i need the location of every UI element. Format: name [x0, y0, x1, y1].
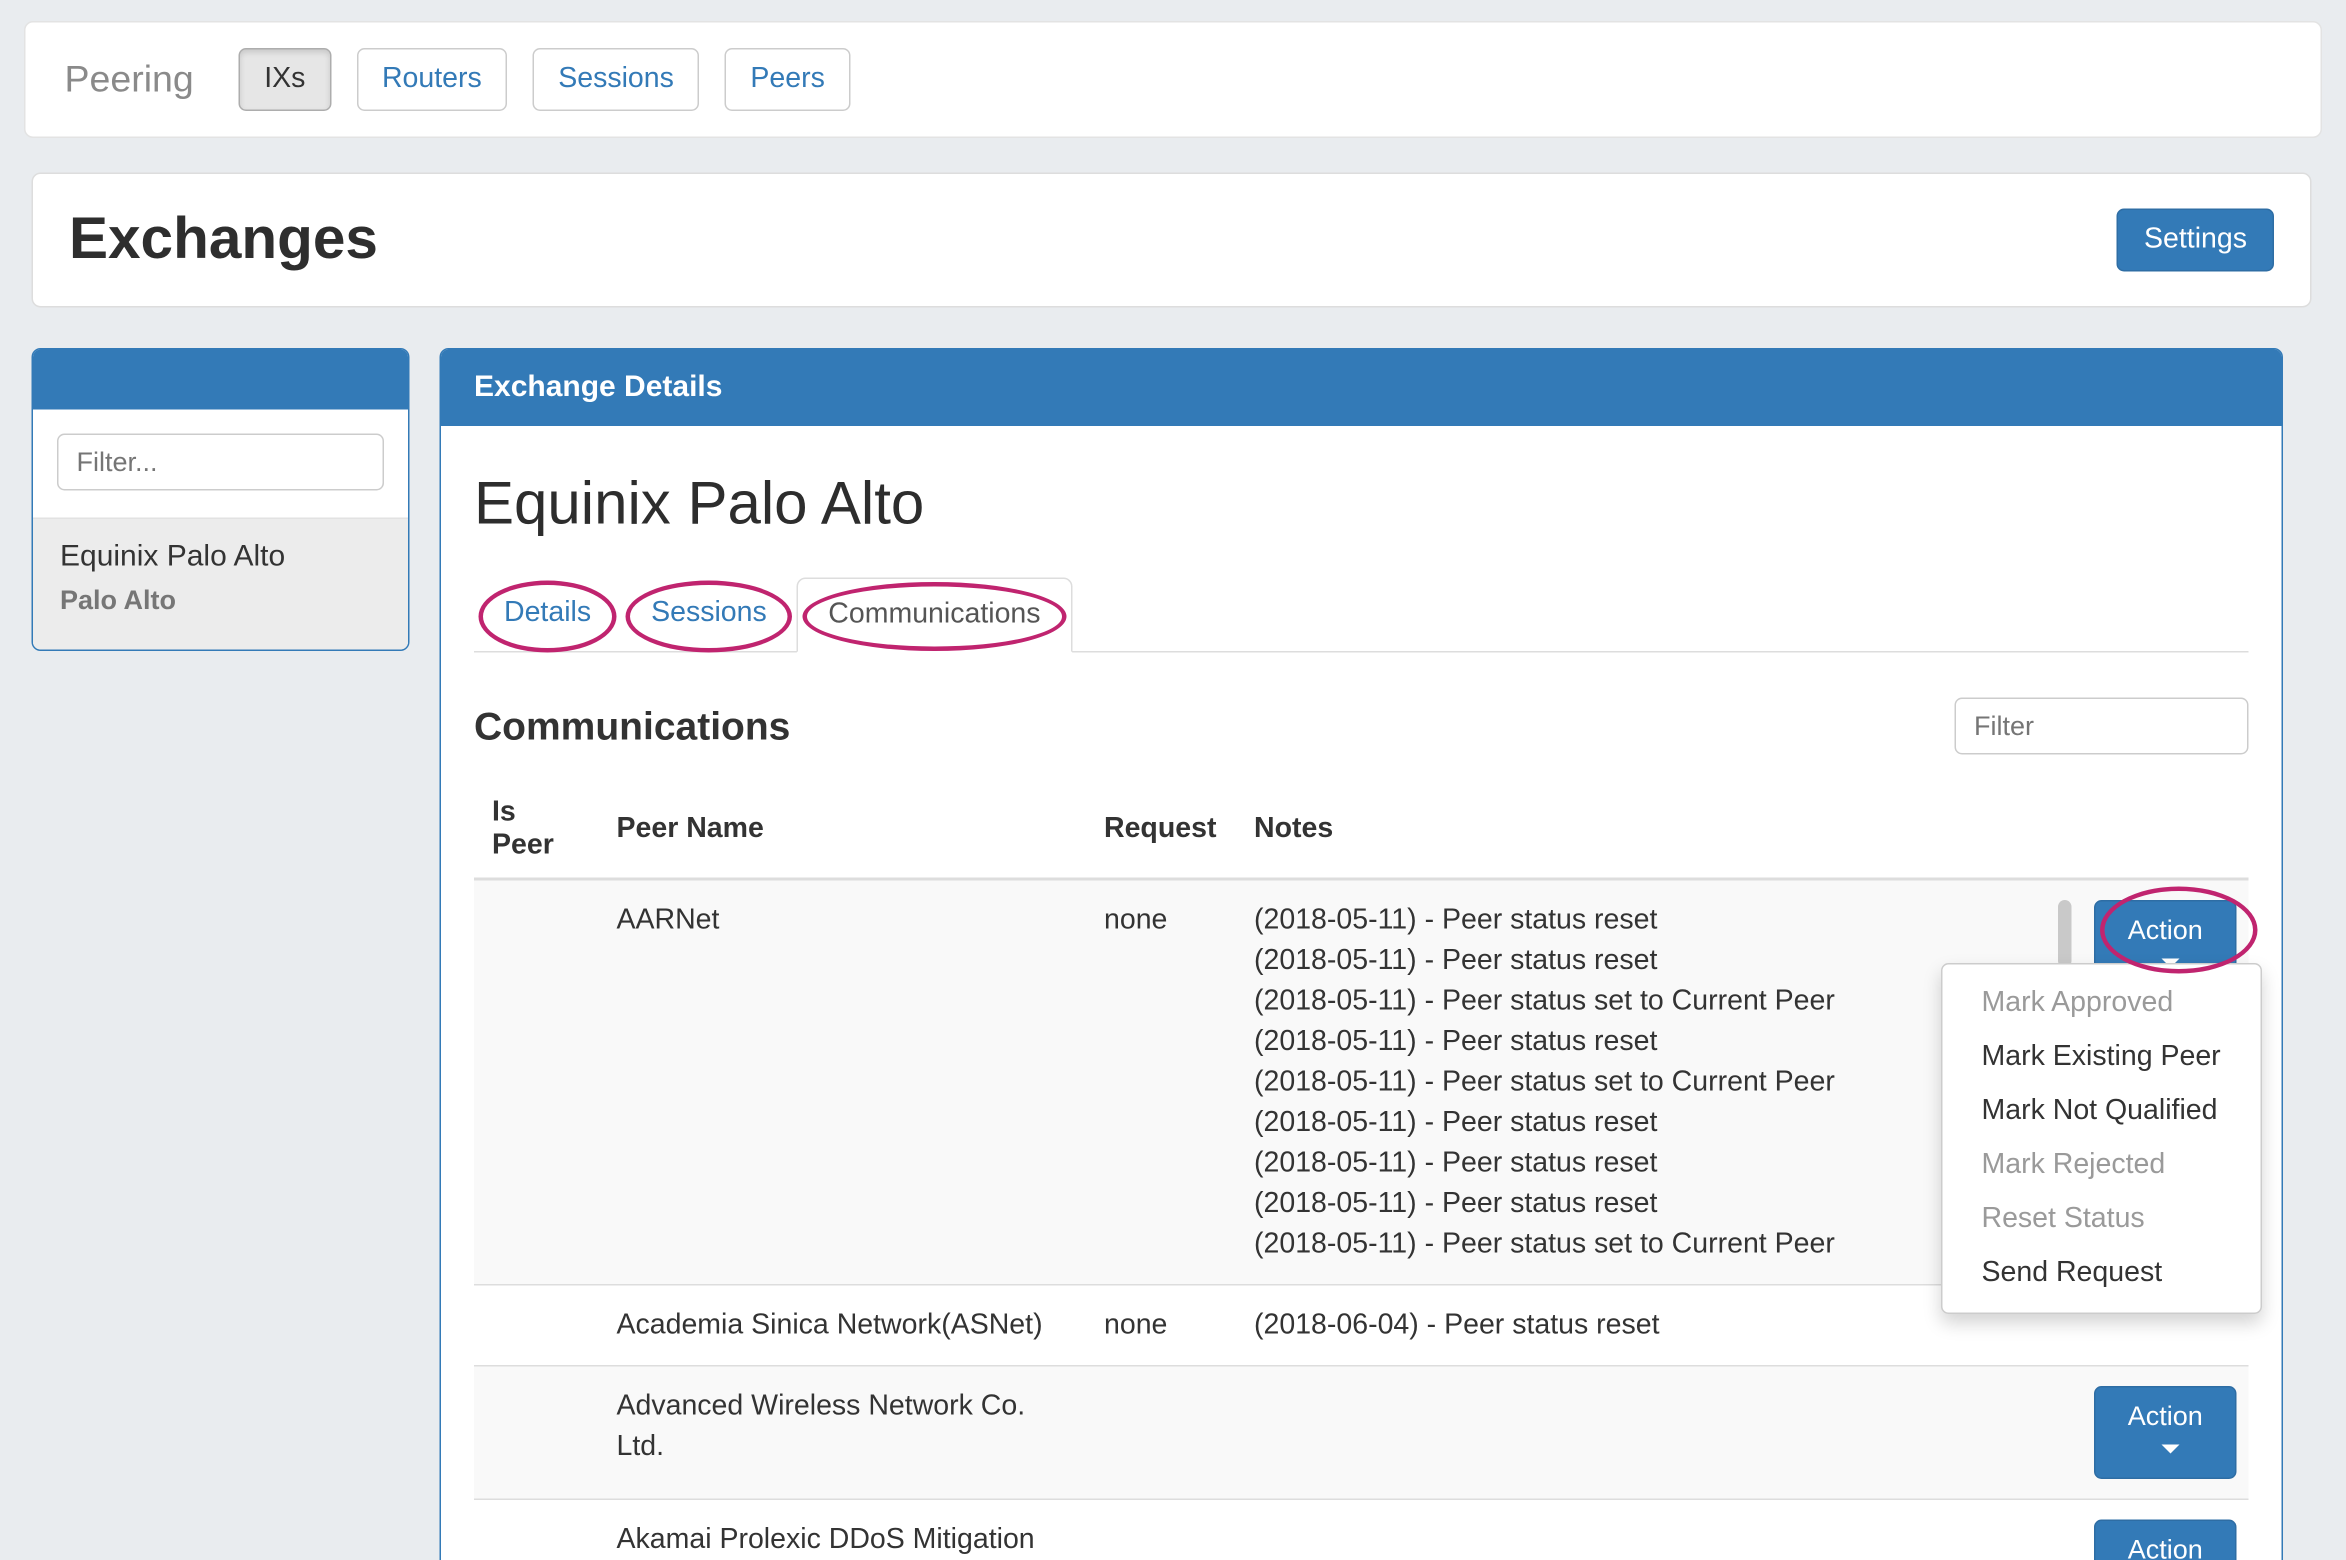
top-navbar: Peering IXs Routers Sessions Peers — [24, 21, 2322, 138]
action-button-label: Action — [2128, 1401, 2203, 1431]
note-line: (2018-05-11) - Peer status reset — [1254, 1184, 2058, 1225]
caret-down-icon — [2162, 1445, 2180, 1454]
peer-name-cell: AARNet — [599, 879, 1087, 1285]
note-line: (2018-05-11) - Peer status reset — [1254, 1103, 2058, 1144]
is-peer-cell — [474, 1366, 599, 1500]
is-peer-cell — [474, 1499, 599, 1560]
dropdown-item-mark-existing-peer[interactable]: Mark Existing Peer — [1943, 1031, 2261, 1085]
notes-cell — [1236, 1366, 2076, 1500]
request-cell: none — [1086, 879, 1236, 1285]
page-header: Exchanges Settings — [32, 173, 2312, 308]
note-line: (2018-05-11) - Peer status set to Curren… — [1254, 1062, 2058, 1103]
column-header-actions — [2076, 788, 2249, 880]
action-button-label: Action — [2128, 915, 2203, 945]
panel-body: Equinix Palo Alto Details Sessions Communi… — [441, 426, 2282, 1560]
tab-communications[interactable]: Communications — [797, 578, 1072, 653]
table-row: Akamai Prolexic DDoS Mitigation Action — [474, 1499, 2249, 1560]
tab-details[interactable]: Details — [474, 578, 621, 653]
request-cell: none — [1086, 1285, 1236, 1366]
sidebar-header — [33, 350, 408, 410]
app-brand: Peering — [65, 58, 194, 102]
request-cell — [1086, 1366, 1236, 1500]
nav-button-sessions[interactable]: Sessions — [533, 48, 700, 111]
action-cell: Action — [2076, 1366, 2249, 1500]
column-header-peer-name: Peer Name — [599, 788, 1087, 880]
sidebar-item-location: Palo Alto — [60, 585, 381, 617]
is-peer-cell — [474, 1285, 599, 1366]
action-cell: ActionMark ApprovedMark Existing PeerMar… — [2076, 879, 2249, 1285]
note-line: (2018-05-11) - Peer status reset — [1254, 941, 2058, 982]
dropdown-item-send-request[interactable]: Send Request — [1943, 1247, 2261, 1301]
sidebar-list: Equinix Palo Alto Palo Alto — [33, 518, 408, 650]
nav-button-ixs[interactable]: IXs — [239, 48, 331, 111]
action-button[interactable]: Action — [2094, 1520, 2237, 1560]
detail-tabs: Details Sessions Communications — [474, 578, 2249, 653]
peer-name-cell: Akamai Prolexic DDoS Mitigation — [599, 1499, 1087, 1560]
navbar-nav: IXs Routers Sessions Peers — [239, 48, 876, 111]
nav-button-routers[interactable]: Routers — [356, 48, 507, 111]
exchange-name: Equinix Palo Alto — [474, 471, 2249, 539]
tab-sessions[interactable]: Sessions — [621, 578, 797, 653]
note-line: (2018-05-11) - Peer status set to Curren… — [1254, 1224, 2058, 1265]
communications-section-header: Communications — [474, 698, 2249, 755]
dropdown-item-reset-status[interactable]: Reset Status — [1943, 1193, 2261, 1247]
sidebar-body — [33, 410, 408, 518]
peer-name-cell: Academia Sinica Network(ASNet) — [599, 1285, 1087, 1366]
dropdown-item-mark-rejected[interactable]: Mark Rejected — [1943, 1139, 2261, 1193]
exchange-details-panel: Exchange Details Equinix Palo Alto Detai… — [440, 348, 2284, 1560]
table-filter-input[interactable] — [1955, 698, 2249, 755]
action-cell: Action — [2076, 1499, 2249, 1560]
table-row: AARNetnone (2018-05-11) - Peer status res… — [474, 879, 2249, 1285]
sidebar-item-equinix-palo-alto[interactable]: Equinix Palo Alto Palo Alto — [33, 518, 408, 650]
exchanges-sidebar: Equinix Palo Alto Palo Alto — [32, 348, 410, 651]
request-cell — [1086, 1499, 1236, 1560]
note-line: (2018-05-11) - Peer status reset — [1254, 900, 2058, 941]
note-line: (2018-06-04) - Peer status reset — [1254, 1305, 2058, 1346]
tab-label: Sessions — [651, 597, 767, 629]
notes-cell — [1236, 1499, 2076, 1560]
action-button[interactable]: Action — [2094, 1386, 2237, 1479]
tab-label: Details — [504, 597, 591, 629]
notes-scrollbar[interactable] — [2058, 900, 2072, 968]
settings-button[interactable]: Settings — [2117, 209, 2274, 272]
is-peer-cell — [474, 879, 599, 1285]
action-button-label: Action — [2128, 1535, 2203, 1560]
page-title: Exchanges — [69, 207, 378, 273]
action-dropdown-menu: Mark ApprovedMark Existing PeerMark Not … — [1941, 963, 2262, 1314]
note-line: (2018-05-11) - Peer status set to Curren… — [1254, 981, 2058, 1022]
nav-button-peers[interactable]: Peers — [725, 48, 850, 111]
sidebar-item-name: Equinix Palo Alto — [60, 540, 381, 575]
column-header-request: Request — [1086, 788, 1236, 880]
note-line: (2018-05-11) - Peer status reset — [1254, 1022, 2058, 1063]
sidebar-filter-input[interactable] — [57, 434, 384, 491]
dropdown-item-mark-not-qualified[interactable]: Mark Not Qualified — [1943, 1085, 2261, 1139]
panel-title: Exchange Details — [441, 350, 2282, 427]
column-header-notes: Notes — [1236, 788, 2076, 880]
communications-table: Is PeerPeer NameRequestNotes AARNetnone (… — [474, 788, 2249, 1560]
dropdown-item-mark-approved[interactable]: Mark Approved — [1943, 977, 2261, 1031]
table-row: Advanced Wireless Network Co. Ltd. Action — [474, 1366, 2249, 1500]
tab-label: Communications — [828, 599, 1040, 631]
screen: Peering IXs Routers Sessions Peers Exchange… — [0, 0, 2346, 1560]
column-header-is-peer: Is Peer — [474, 788, 599, 880]
section-title: Communications — [474, 703, 790, 750]
note-line: (2018-05-11) - Peer status reset — [1254, 1143, 2058, 1184]
peer-name-cell: Advanced Wireless Network Co. Ltd. — [599, 1366, 1087, 1500]
table-header-row: Is PeerPeer NameRequestNotes — [474, 788, 2249, 880]
